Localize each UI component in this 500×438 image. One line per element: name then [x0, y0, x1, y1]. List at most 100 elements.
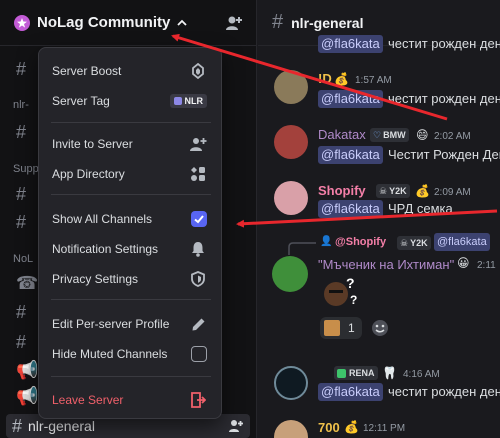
menu-item-invite[interactable]: Invite to Server: [47, 131, 213, 157]
channel-hash-icon[interactable]: #: [16, 332, 26, 353]
chat-panel: # nlr-general @fla6kata честит рожден де…: [258, 0, 500, 438]
menu-item-label: Show All Channels: [52, 212, 153, 226]
channel-hash-icon[interactable]: #: [16, 212, 26, 233]
add-member-icon[interactable]: [225, 14, 243, 32]
avatar[interactable]: [274, 181, 308, 215]
channel-hash-icon[interactable]: #: [16, 59, 26, 80]
menu-item-show-all-channels[interactable]: Show All Channels: [47, 206, 213, 232]
username[interactable]: !D: [318, 71, 332, 86]
guild-tag-text: Y2K: [410, 238, 428, 248]
avatar[interactable]: [272, 256, 308, 292]
menu-item-label: Leave Server: [52, 393, 124, 407]
message-text: честит рожден ден: [388, 36, 500, 51]
menu-item-edit-profile[interactable]: Edit Per-server Profile: [47, 311, 213, 337]
message-text: ЧРД семка: [388, 201, 453, 216]
pencil-icon: [189, 315, 207, 333]
menu-item-privacy-settings[interactable]: Privacy Settings: [47, 266, 213, 292]
checkbox-checked-icon[interactable]: [191, 211, 207, 227]
guild-tag-text: RENA: [349, 368, 375, 378]
app-grid-icon: [189, 165, 207, 183]
timestamp: 2:02 AM: [434, 131, 471, 142]
add-member-icon[interactable]: [228, 418, 244, 434]
server-dropdown-menu: Server Boost Server Tag NLR Invite to Se…: [38, 47, 222, 419]
announcement-icon[interactable]: 📢: [16, 386, 38, 407]
leave-door-icon: [189, 391, 207, 409]
channel-hash-icon[interactable]: #: [16, 122, 26, 143]
timestamp: 12:11 PM: [363, 423, 406, 434]
username[interactable]: "Мъченик на Ихтиман": [318, 257, 454, 272]
category-label[interactable]: NoL: [13, 253, 33, 265]
avatar[interactable]: [274, 70, 308, 104]
username[interactable]: 700: [318, 420, 340, 435]
channel-hash-icon[interactable]: #: [16, 302, 26, 323]
boost-gem-icon: [189, 62, 207, 80]
avatar[interactable]: [274, 420, 308, 438]
avatar[interactable]: [274, 125, 308, 159]
timestamp: 2:09 AM: [434, 187, 471, 198]
guild-tag-text: BMW: [383, 130, 406, 140]
menu-item-label: Server Boost: [52, 64, 122, 78]
server-header[interactable]: NoLag Community: [0, 0, 257, 46]
menu-item-leave-server[interactable]: Leave Server: [47, 387, 213, 413]
user-mention[interactable]: @fla6kata: [318, 35, 383, 53]
reaction-chip[interactable]: 1: [320, 317, 362, 339]
timestamp: 2:11: [477, 260, 496, 271]
money-bag-icon: 💰: [415, 184, 430, 198]
svg-text:?: ?: [350, 293, 357, 307]
menu-item-label: Server Tag: [52, 94, 110, 108]
user-mention[interactable]: @fla6kata: [318, 383, 383, 401]
message-text: честит рожден ден: [388, 91, 500, 106]
username[interactable]: Shopify: [318, 183, 366, 198]
user-mention[interactable]: @fla6kata: [318, 146, 383, 164]
reaction-count: 1: [348, 321, 355, 335]
channel-hash-icon[interactable]: #: [16, 184, 26, 205]
channel-hash-icon: #: [272, 11, 284, 33]
menu-item-app-directory[interactable]: App Directory: [47, 161, 213, 187]
category-label[interactable]: nlr-: [13, 99, 29, 111]
reply-avatar-icon: 👤: [320, 236, 333, 247]
voice-channel-icon[interactable]: ☎: [16, 273, 38, 294]
menu-item-label: Hide Muted Channels: [52, 347, 168, 361]
menu-item-notification-settings[interactable]: Notification Settings: [47, 236, 213, 262]
guild-tag-text: Y2K: [389, 186, 407, 196]
menu-item-label: Privacy Settings: [52, 272, 139, 286]
announcement-icon[interactable]: 📢: [16, 360, 38, 381]
menu-item-hide-muted-channels[interactable]: Hide Muted Channels: [47, 341, 213, 367]
sticker-image: ??: [320, 275, 360, 314]
timestamp: 1:57 AM: [355, 75, 392, 86]
menu-item-server-boost[interactable]: Server Boost: [47, 58, 213, 84]
menu-item-label: Invite to Server: [52, 137, 133, 151]
guild-tag-badge: ☠ Y2K: [376, 184, 410, 198]
user-mention[interactable]: @fla6kata: [318, 200, 383, 218]
menu-divider: [51, 299, 211, 300]
money-bag-icon: 💰: [344, 420, 359, 434]
bell-icon: [189, 240, 207, 258]
message-text: честит рожден ден: [388, 384, 500, 399]
server-icon: [14, 14, 30, 31]
user-mention[interactable]: @fla6kata: [318, 90, 383, 108]
category-label[interactable]: Supp: [13, 163, 39, 175]
shield-icon: [189, 270, 207, 288]
avatar[interactable]: [274, 366, 308, 400]
menu-item-label: Notification Settings: [52, 242, 159, 256]
menu-item-server-tag[interactable]: Server Tag NLR: [47, 88, 213, 114]
reply-mention[interactable]: @fla6kata: [434, 233, 490, 251]
timestamp: 4:16 AM: [403, 369, 440, 380]
menu-item-label: App Directory: [52, 167, 125, 181]
money-bag-icon: 💰: [334, 72, 349, 86]
svg-text:?: ?: [346, 276, 355, 291]
checkbox-unchecked-icon[interactable]: [191, 346, 207, 362]
menu-divider: [51, 122, 211, 123]
menu-item-label: Edit Per-server Profile: [52, 317, 170, 331]
channel-title: nlr-general: [291, 14, 364, 31]
channel-label: nlr-general: [28, 418, 95, 434]
username[interactable]: Dakatax: [318, 127, 366, 142]
user-emoji-icon: 😀: [457, 256, 470, 270]
add-reaction-icon[interactable]: [370, 318, 390, 338]
reply-username[interactable]: @Shopify: [335, 236, 386, 248]
chevron-up-icon: [177, 19, 187, 26]
menu-divider: [51, 376, 211, 377]
server-name: NoLag Community: [37, 14, 171, 31]
channel-hash-icon: #: [12, 415, 23, 436]
tooth-icon: 🦷: [382, 366, 397, 380]
